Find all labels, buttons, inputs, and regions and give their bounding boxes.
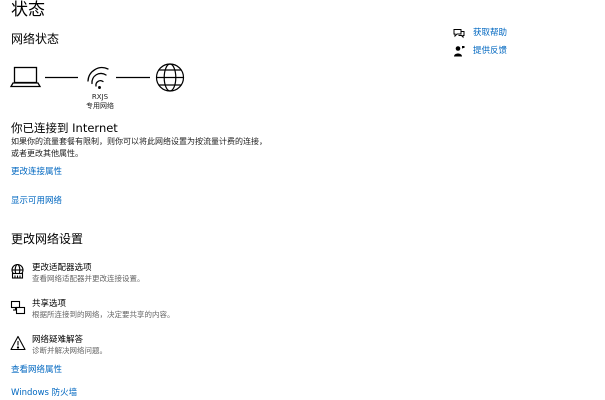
network-troubleshooter-item[interactable]: 网络疑难解答 诊断并解决网络问题。 <box>10 335 250 357</box>
sharing-options-item[interactable]: 共享选项 根据所连接到的网络，决定要共享的内容。 <box>10 299 250 321</box>
windows-firewall-link[interactable]: Windows 防火墙 <box>11 388 77 399</box>
adapter-icon <box>11 263 24 279</box>
warning-icon <box>10 335 26 351</box>
globe-icon <box>155 63 185 92</box>
give-feedback-link[interactable]: 提供反馈 <box>453 45 573 59</box>
page-title: 状态 <box>11 0 45 20</box>
change-network-settings-heading: 更改网络设置 <box>11 232 84 246</box>
show-available-networks-link[interactable]: 显示可用网络 <box>11 196 62 207</box>
option-description: 诊断并解决网络问题。 <box>32 346 107 355</box>
wifi-icon <box>87 66 109 89</box>
option-title: 更改适配器选项 <box>32 263 92 273</box>
option-description: 查看网络适配器并更改连接设置。 <box>32 274 145 283</box>
help-chat-icon <box>453 29 465 39</box>
get-help-link[interactable]: 获取帮助 <box>453 27 573 41</box>
sharing-icon <box>10 300 26 315</box>
option-title: 网络疑难解答 <box>32 335 84 345</box>
give-feedback-label: 提供反馈 <box>473 46 508 56</box>
network-type: 专用网络 <box>86 102 114 110</box>
network-status-subtitle: 网络状态 <box>11 32 60 46</box>
network-status-diagram: RXJS 专用网络 <box>0 58 260 118</box>
change-adapter-options-item[interactable]: 更改适配器选项 查看网络适配器并更改连接设置。 <box>10 263 250 285</box>
feedback-person-icon <box>454 46 465 57</box>
network-name: RXJS <box>91 93 109 101</box>
view-network-properties-link[interactable]: 查看网络属性 <box>11 365 62 376</box>
connection-status-heading: 你已连接到 Internet <box>11 121 118 135</box>
laptop-icon <box>9 66 42 88</box>
option-description: 根据所连接到的网络，决定要共享的内容。 <box>32 310 175 319</box>
connection-status-description: 如果你的流量套餐有限制，则你可以将此网络设置为按流量计费的连接，或者更改其他属性… <box>11 137 267 158</box>
get-help-label: 获取帮助 <box>473 28 508 38</box>
change-connection-properties-link[interactable]: 更改连接属性 <box>11 167 62 178</box>
option-title: 共享选项 <box>32 299 67 309</box>
